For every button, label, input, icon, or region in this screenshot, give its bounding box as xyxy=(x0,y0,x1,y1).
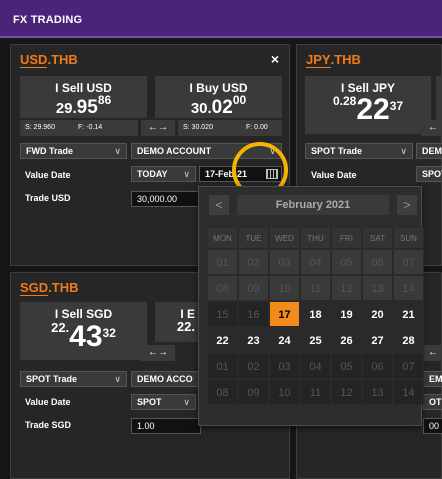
sell-price: 0.282237 xyxy=(332,93,404,126)
calendar-day[interactable]: 06 xyxy=(362,353,393,379)
weekday-header: MON xyxy=(207,227,238,249)
sgd-pair-title[interactable]: SGD.THB xyxy=(20,280,79,296)
app-title-bar: FX TRADING xyxy=(0,0,442,38)
date-picker-popup: < February 2021 > MON TUE WED THU FRI SAT SUN 0… xyxy=(198,186,424,426)
calendar-day[interactable]: 01 xyxy=(207,353,238,379)
calendar-day[interactable]: 23 xyxy=(238,327,269,353)
trade-type-select[interactable]: SPOT Trade ∨ xyxy=(305,143,413,159)
calendar-day[interactable]: 03 xyxy=(269,353,300,379)
buy-price: 22. xyxy=(176,319,195,334)
calendar-day[interactable]: 10 xyxy=(269,379,300,405)
swap-arrows-icon[interactable]: ←→ xyxy=(141,120,175,136)
trade-type-select[interactable]: SPOT Trade ∨ xyxy=(20,371,127,387)
account-select[interactable]: DEMO ACCO xyxy=(131,371,201,387)
buy-sgd-tile[interactable]: I E 22. xyxy=(155,302,199,342)
weekday-header: TUE xyxy=(238,227,269,249)
calendar-day[interactable]: 13 xyxy=(362,379,393,405)
calendar-day[interactable]: 26 xyxy=(331,327,362,353)
trade-sgd-label: Trade SGD xyxy=(25,420,72,430)
chevron-down-icon: ∨ xyxy=(183,397,190,407)
chevron-down-icon: ∨ xyxy=(400,146,407,156)
sell-sgd-tile[interactable]: I Sell SGD 22.4332 xyxy=(20,302,147,360)
buy-price: 30.0200 xyxy=(190,93,247,118)
value-date-label: Value Date xyxy=(311,170,357,180)
jpy-pair-title[interactable]: JPY.THB xyxy=(306,52,361,68)
chevron-down-icon: ∨ xyxy=(114,146,121,156)
calendar-day[interactable]: 17 xyxy=(269,301,300,327)
calendar-day[interactable]: 27 xyxy=(362,327,393,353)
trade-amount-input[interactable]: 00 xyxy=(423,418,442,434)
sell-price: 29.9586 xyxy=(55,93,112,118)
calendar-day[interactable]: 19 xyxy=(331,301,362,327)
calendar-day[interactable]: 14 xyxy=(393,379,424,405)
app-title: FX TRADING xyxy=(13,14,83,26)
calendar-day[interactable]: 15 xyxy=(207,301,238,327)
calendar-day[interactable]: 03 xyxy=(269,249,300,275)
calendar-day[interactable]: 09 xyxy=(238,379,269,405)
trade-usd-label: Trade USD xyxy=(25,193,71,203)
trade-type-select[interactable]: FWD Trade ∨ xyxy=(20,143,127,159)
calendar-day[interactable]: 20 xyxy=(362,301,393,327)
calendar-day[interactable]: 14 xyxy=(393,275,424,301)
sell-spot-forward: S: 29.960 F: -0.14 xyxy=(20,120,138,136)
weekday-header: SAT xyxy=(362,227,393,249)
next-month-button[interactable]: > xyxy=(397,195,417,215)
calendar-day[interactable]: 22 xyxy=(207,327,238,353)
calendar-day[interactable]: 04 xyxy=(300,353,331,379)
calendar-day[interactable]: 04 xyxy=(300,249,331,275)
calendar-day[interactable]: 02 xyxy=(238,249,269,275)
calendar-day[interactable]: 07 xyxy=(393,249,424,275)
account-select[interactable]: EM xyxy=(423,371,442,387)
calendar-day[interactable]: 25 xyxy=(300,327,331,353)
calendar-day[interactable]: 21 xyxy=(393,301,424,327)
buy-usd-tile[interactable]: I Buy USD 30.0200 xyxy=(155,76,282,118)
chevron-down-icon: ∨ xyxy=(183,169,190,179)
calendar-day[interactable]: 02 xyxy=(238,353,269,379)
calendar-day[interactable]: 24 xyxy=(269,327,300,353)
calendar-day[interactable]: 07 xyxy=(393,353,424,379)
account-select[interactable]: DEMO xyxy=(416,143,442,159)
calendar-day[interactable]: 08 xyxy=(207,379,238,405)
calendar-day[interactable]: 05 xyxy=(331,249,362,275)
value-date-mode-select[interactable]: SPOT ∨ xyxy=(131,394,196,410)
weekday-header: WED xyxy=(269,227,300,249)
calendar-day[interactable]: 12 xyxy=(331,379,362,405)
sell-usd-tile[interactable]: I Sell USD 29.9586 xyxy=(20,76,147,118)
calendar-day[interactable]: 16 xyxy=(238,301,269,327)
value-date-mode-select[interactable]: TODAY ∨ xyxy=(131,166,196,182)
close-icon[interactable]: × xyxy=(271,51,279,67)
sell-jpy-tile[interactable]: I Sell JPY 0.282237 xyxy=(305,76,431,134)
usd-pair-title[interactable]: USD.THB xyxy=(20,52,78,68)
calendar-day[interactable]: 06 xyxy=(362,249,393,275)
weekday-header: SUN xyxy=(393,227,424,249)
swap-arrows-icon[interactable]: ← xyxy=(421,120,442,136)
calendar-day[interactable]: 28 xyxy=(393,327,424,353)
prev-month-button[interactable]: < xyxy=(209,195,229,215)
calendar-day[interactable]: 12 xyxy=(331,275,362,301)
swap-arrows-icon[interactable]: ←→ xyxy=(141,345,175,361)
calendar-day[interactable]: 09 xyxy=(238,275,269,301)
value-date-mode-select[interactable]: OT xyxy=(423,394,442,410)
value-date-label: Value Date xyxy=(25,397,71,407)
value-date-mode-select[interactable]: SPOT xyxy=(416,166,442,182)
calendar-day[interactable]: 13 xyxy=(362,275,393,301)
weekday-header: FRI xyxy=(331,227,362,249)
chevron-down-icon: ∨ xyxy=(114,374,121,384)
sell-label: I Sell SGD xyxy=(54,307,113,321)
month-year-label[interactable]: February 2021 xyxy=(237,195,389,215)
calendar-day[interactable]: 05 xyxy=(331,353,362,379)
calendar-day[interactable]: 01 xyxy=(207,249,238,275)
calendar-day[interactable]: 08 xyxy=(207,275,238,301)
trade-amount-input[interactable]: 1.00 xyxy=(131,418,201,434)
calendar-grid: MON TUE WED THU FRI SAT SUN 01 02 03 04 05 06 07 08 09 1… xyxy=(207,227,424,405)
sell-price: 22.4332 xyxy=(51,320,116,353)
buy-spot-forward: S: 30.020 F: 0.00 xyxy=(178,120,282,136)
swap-arrows-icon[interactable]: ← xyxy=(421,345,442,361)
calendar-day[interactable]: 10 xyxy=(269,275,300,301)
value-date-label: Value Date xyxy=(25,170,71,180)
calendar-day[interactable]: 18 xyxy=(300,301,331,327)
calendar-day[interactable]: 11 xyxy=(300,379,331,405)
weekday-header: THU xyxy=(300,227,331,249)
calendar-day[interactable]: 11 xyxy=(300,275,331,301)
